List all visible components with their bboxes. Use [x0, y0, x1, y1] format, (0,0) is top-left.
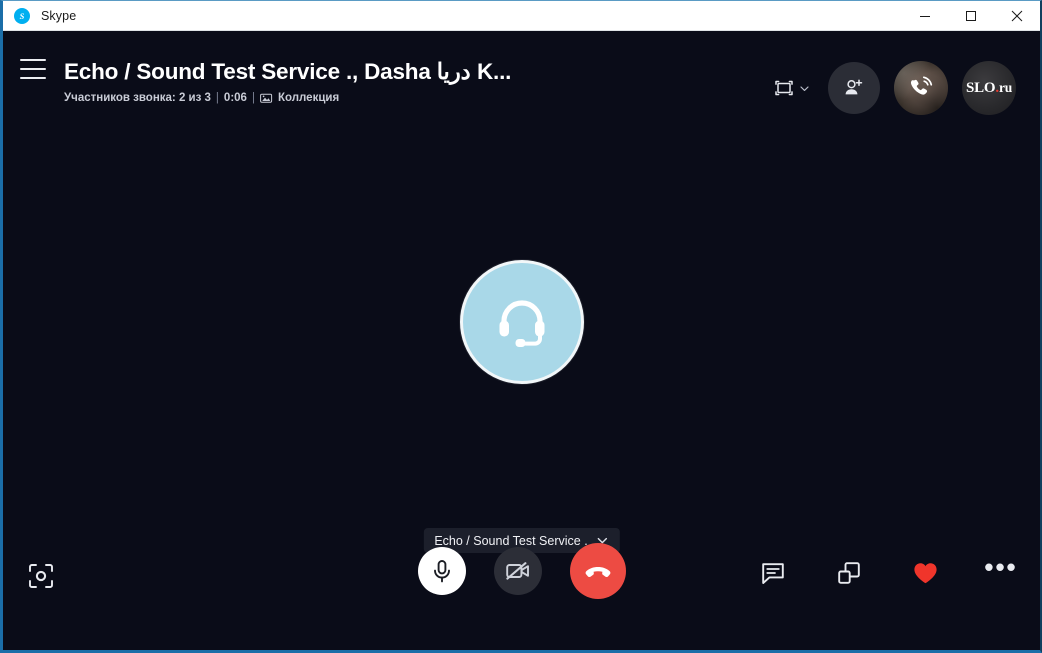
secondary-call-controls: ••• [756, 554, 1018, 590]
call-title: Echo / Sound Test Service ., Dasha دریا … [64, 59, 512, 84]
add-person-icon [845, 79, 863, 95]
maximize-icon [966, 10, 976, 21]
call-title-block: Echo / Sound Test Service ., Dasha دریا … [64, 59, 770, 104]
chat-button[interactable] [756, 556, 790, 590]
microphone-icon [433, 560, 450, 583]
reaction-button[interactable] [908, 556, 942, 590]
call-stage [3, 123, 1040, 521]
ringing-participant-avatar[interactable] [894, 61, 948, 115]
call-controls-bar: ••• [3, 520, 1040, 650]
layout-switch-button[interactable] [770, 74, 814, 102]
self-avatar-suffix: ru [998, 80, 1013, 95]
gallery-label: Коллекция [277, 91, 340, 104]
end-call-icon [585, 567, 610, 577]
call-subtitle: Участников звонка: 2 из 3 | 0:06 | Колле… [64, 92, 770, 104]
headset-avatar-icon [499, 300, 544, 347]
self-avatar-text: SLO [965, 79, 996, 96]
svg-text:S: S [20, 11, 25, 21]
skype-call-window: S Skype Echo / Sound Test Service ., Das… [0, 0, 1042, 653]
subtitle-separator: | [215, 91, 219, 104]
primary-call-controls [417, 543, 626, 599]
camera-off-icon [505, 562, 529, 580]
chat-bubble-icon [762, 563, 784, 584]
call-ringing-icon [894, 61, 948, 115]
heart-icon [913, 562, 937, 583]
close-button[interactable] [994, 1, 1040, 31]
split-window-icon [838, 562, 860, 584]
hamburger-line [20, 68, 46, 70]
hamburger-line [20, 59, 46, 61]
subtitle-separator: | [251, 91, 255, 104]
snapshot-capture-icon [29, 564, 53, 588]
add-person-button[interactable] [828, 62, 880, 114]
gallery-collection-icon [260, 92, 273, 104]
camera-button[interactable] [493, 547, 542, 595]
minimize-icon [920, 15, 930, 17]
hamburger-menu-icon[interactable] [20, 59, 46, 79]
skype-logo-icon: S [14, 7, 30, 24]
close-icon [1011, 10, 1023, 21]
call-header: Echo / Sound Test Service ., Dasha دریا … [3, 31, 1040, 123]
minimize-button[interactable] [902, 1, 948, 31]
end-call-button[interactable] [569, 543, 626, 599]
window-title-bar: S Skype [3, 1, 1040, 31]
more-options-button[interactable]: ••• [984, 554, 1018, 590]
chevron-down-icon [800, 85, 809, 91]
snapshot-button[interactable] [25, 560, 57, 592]
maximize-button[interactable] [948, 1, 994, 31]
split-view-button[interactable] [832, 556, 866, 590]
participants-count: Участников звонка: 2 из 3 [64, 91, 211, 104]
participant-avatar[interactable] [459, 260, 584, 384]
microphone-button[interactable] [417, 547, 466, 595]
hamburger-line [20, 77, 46, 79]
call-duration: 0:06 [223, 91, 247, 104]
layout-frame-icon [775, 80, 793, 96]
window-title-text: Skype [41, 8, 77, 23]
header-actions: SLO. ru [770, 61, 1016, 115]
self-avatar[interactable]: SLO. ru [962, 61, 1016, 115]
